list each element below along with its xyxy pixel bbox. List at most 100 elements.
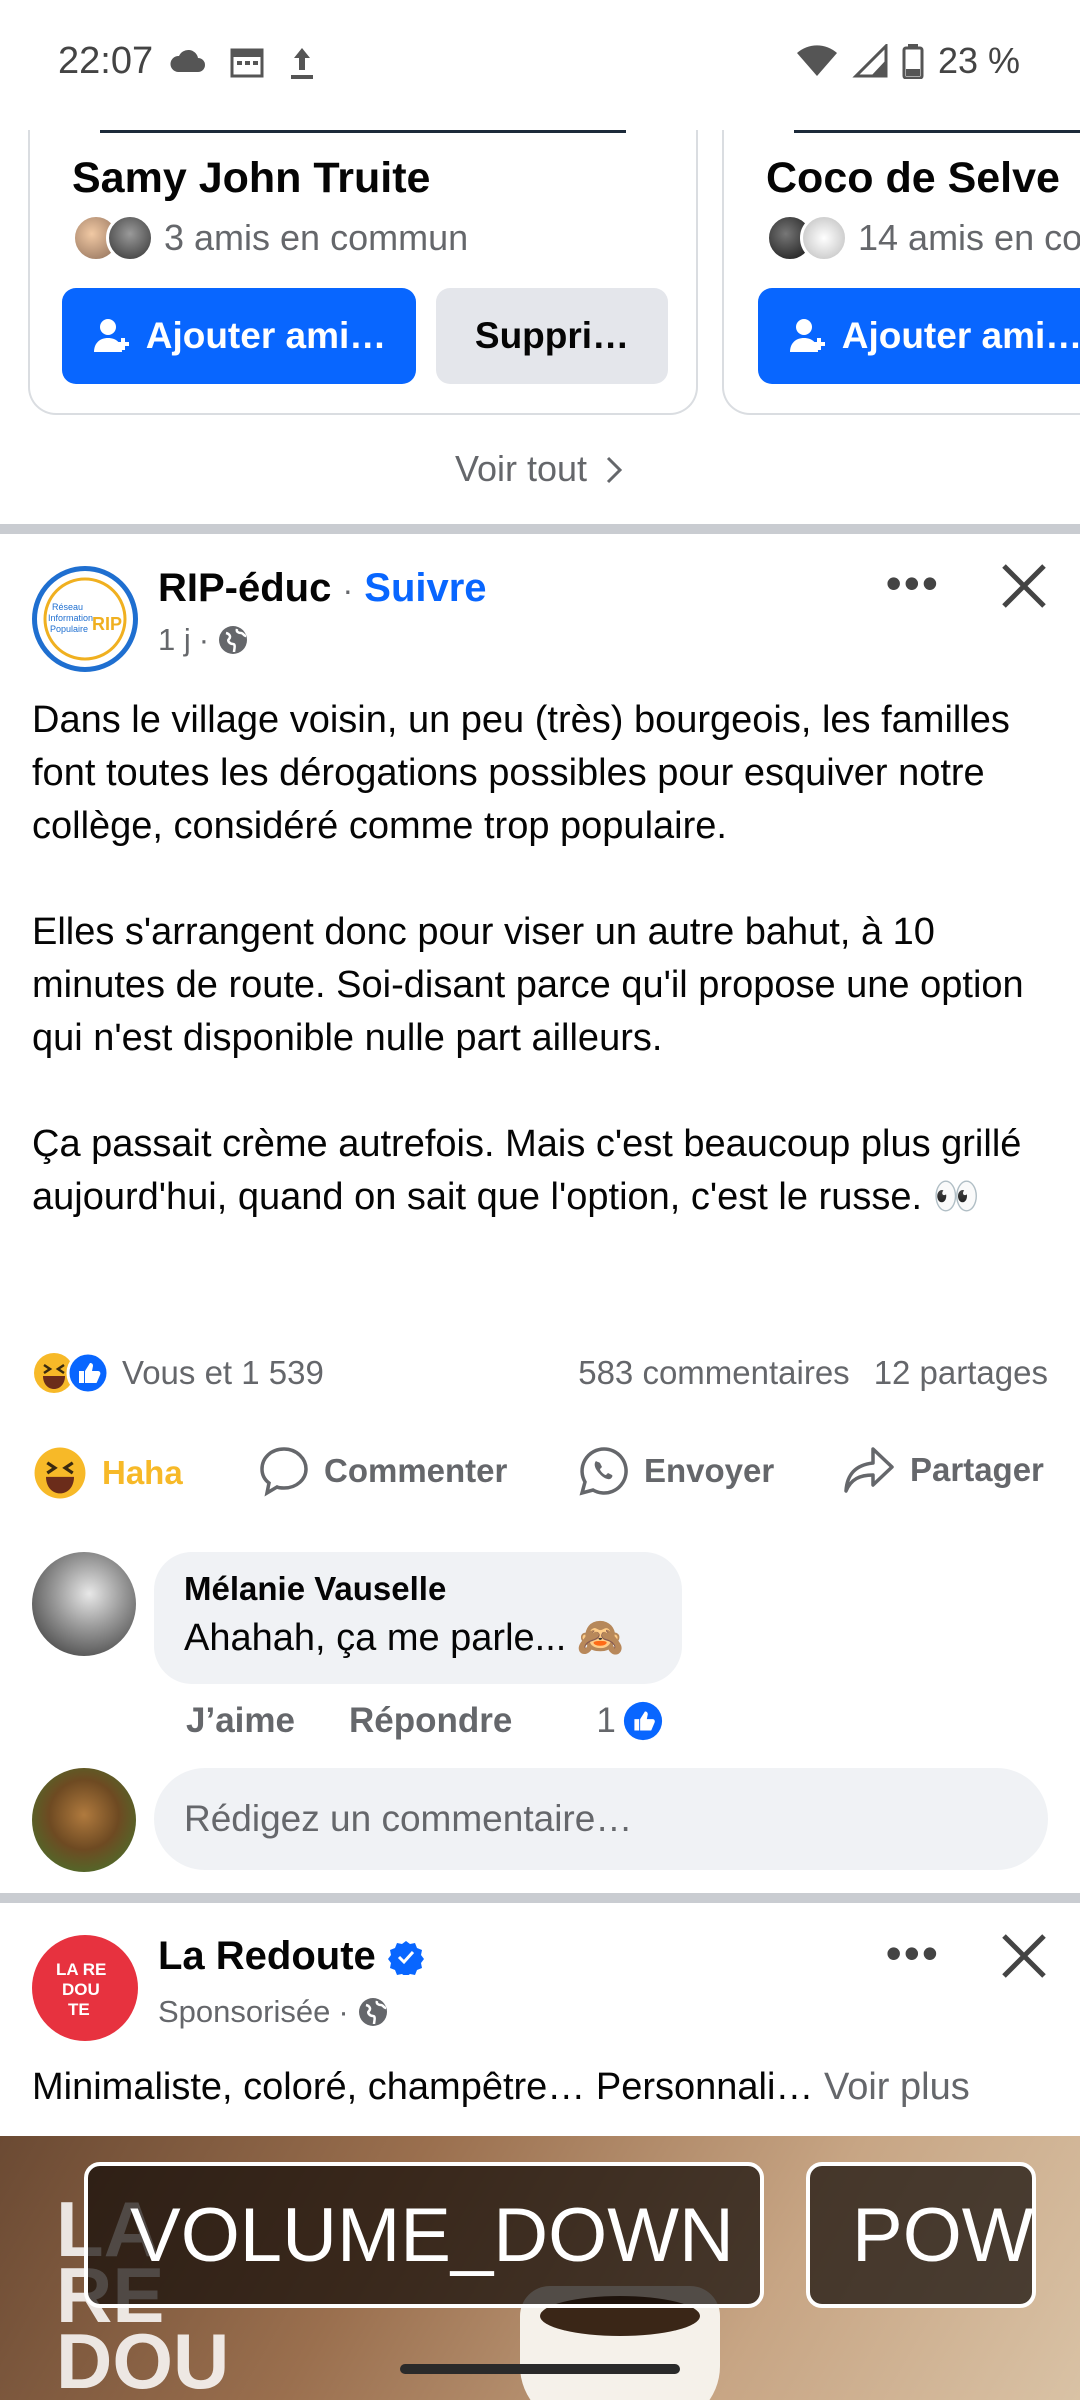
post-paragraph: Ça passait crème autrefois. Mais c'est b…	[32, 1123, 1022, 1218]
haha-icon	[34, 1447, 86, 1499]
comment-like-count[interactable]: 1	[596, 1701, 615, 1741]
send-label: Envoyer	[644, 1452, 775, 1489]
follow-button[interactable]: Suivre	[364, 566, 486, 610]
globe-icon	[219, 626, 248, 654]
sponsored-label[interactable]: Sponsorisée	[158, 1994, 330, 2030]
post-actions: Haha Commenter Envoyer Partager	[0, 1435, 1080, 1515]
post-paragraph: Elles s'arrangent donc pour viser un aut…	[32, 911, 1024, 1059]
friend-suggestions: Samy John Truite 3 amis en commun Ajoute…	[0, 130, 1080, 525]
post-paragraph: Dans le village voisin, un peu (très) bo…	[32, 699, 1010, 847]
home-indicator[interactable]	[400, 2364, 680, 2374]
separator: ·	[342, 572, 354, 608]
cloud-icon	[170, 49, 205, 72]
avatar[interactable]	[32, 1552, 136, 1656]
page-avatar[interactable]: Réseau Information Populaire RIP	[32, 566, 138, 672]
see-more-link[interactable]: Voir plus	[824, 2066, 970, 2108]
svg-text:Information: Information	[48, 613, 93, 623]
mutual-friends-text: 3 amis en commun	[164, 217, 469, 258]
ad-text: Minimaliste, coloré, champêtre… Personna…	[32, 2066, 970, 2109]
reactions-text[interactable]: Vous et 1 539	[122, 1354, 324, 1392]
close-icon[interactable]	[998, 560, 1050, 612]
post-time[interactable]: 1 j	[158, 622, 191, 658]
svg-text:Réseau: Réseau	[52, 602, 83, 612]
reaction-summary: Vous et 1 539 583 commentaires 12 partag…	[32, 1345, 1048, 1401]
signal-icon	[852, 44, 888, 78]
whatsapp-icon	[579, 1447, 628, 1496]
comment-icon	[260, 1447, 308, 1497]
send-button[interactable]: Envoyer	[578, 1445, 774, 1497]
close-icon[interactable]	[998, 1930, 1050, 1982]
more-options-icon[interactable]: •••	[886, 1926, 940, 1980]
svg-text:Populaire: Populaire	[50, 624, 88, 634]
svg-text:TE: TE	[68, 2000, 90, 2019]
haha-label: Haha	[102, 1454, 183, 1491]
mutual-friends[interactable]: 3 amis en commun	[72, 214, 468, 262]
svg-text:DOU: DOU	[62, 1980, 100, 1999]
verified-badge-icon	[387, 1940, 424, 1975]
comments-count[interactable]: 583 commentaires	[578, 1354, 849, 1392]
separator: ·	[198, 622, 210, 657]
advertiser-name[interactable]: La Redoute	[158, 1934, 376, 1979]
comment-reply-button[interactable]: Répondre	[349, 1701, 512, 1741]
comment-bubble: Mélanie Vauselle Ahahah, ça me parle... …	[154, 1552, 682, 1684]
feed-divider	[0, 1893, 1080, 1903]
reaction-icons[interactable]	[32, 1351, 110, 1395]
comment-button[interactable]: Commenter	[258, 1445, 507, 1497]
mutual-friends[interactable]: 14 amis en commun	[766, 214, 1080, 262]
add-friend-icon	[93, 319, 129, 352]
svg-text:LA RE: LA RE	[56, 1960, 106, 1979]
suggestion-card[interactable]: Coco de Selve 14 amis en commun Ajouter …	[722, 130, 1080, 415]
globe-icon	[358, 1998, 387, 2026]
comment-author[interactable]: Mélanie Vauselle	[184, 1570, 652, 1608]
shares-count[interactable]: 12 partages	[874, 1354, 1048, 1392]
post-header: La Redoute	[158, 1934, 424, 1979]
status-notification-icons	[168, 46, 316, 80]
battery-percent: 23 %	[937, 40, 1020, 81]
remove-label: Suppri…	[474, 315, 630, 356]
haha-button[interactable]: Haha	[32, 1445, 183, 1501]
share-label: Partager	[910, 1451, 1044, 1488]
comment-text: Ahahah, ça me parle... 🙈	[184, 1617, 625, 1659]
comment-like-button[interactable]: J’aime	[186, 1701, 295, 1741]
post-meta: Sponsorisée ·	[158, 1994, 389, 2030]
comment-placeholder: Rédigez un commentaire…	[184, 1798, 633, 1839]
redoute-logo: LA RE DOU TE	[56, 1960, 106, 2019]
see-all-label: Voir tout	[454, 448, 588, 489]
power-key-overlay: POWER	[806, 2162, 1036, 2308]
status-time: 22:07	[58, 40, 154, 82]
post-header: RIP-éduc · Suivre	[158, 566, 487, 611]
more-options-icon[interactable]: •••	[886, 556, 940, 610]
mutual-friends-text: 14 amis en commun	[858, 217, 1080, 258]
comment-input[interactable]: Rédigez un commentaire…	[154, 1768, 1048, 1870]
share-button[interactable]: Partager	[842, 1445, 1044, 1495]
add-friend-button[interactable]: Ajouter ami…	[62, 288, 416, 384]
avatar	[800, 214, 848, 262]
avatar[interactable]	[32, 1768, 136, 1872]
page-name[interactable]: RIP-éduc	[158, 566, 331, 610]
calendar-icon	[230, 48, 264, 78]
suggestion-name[interactable]: Samy John Truite	[72, 154, 430, 203]
ad-text-content: Minimaliste, coloré, champêtre… Personna…	[32, 2066, 814, 2108]
status-system-icons: 23 %	[796, 40, 1020, 82]
feed-divider	[0, 524, 1080, 534]
upload-icon	[291, 48, 313, 79]
add-friend-label: Ajouter ami…	[841, 315, 1080, 356]
svg-text:RIP: RIP	[92, 614, 122, 634]
share-icon	[844, 1447, 894, 1493]
separator: ·	[338, 1994, 349, 2029]
volume-down-key-overlay: VOLUME_DOWN	[84, 2162, 764, 2308]
suggestion-card[interactable]: Samy John Truite 3 amis en commun Ajoute…	[28, 130, 698, 415]
remove-suggestion-button[interactable]: Suppri…	[436, 288, 668, 384]
advertiser-avatar[interactable]: LA RE DOU TE	[32, 1935, 138, 2041]
status-bar: 22:07 23 %	[0, 0, 1080, 130]
add-friend-button[interactable]: Ajouter ami…	[758, 288, 1080, 384]
see-all-link[interactable]: Voir tout	[0, 448, 1080, 490]
chevron-right-icon	[606, 456, 623, 484]
wifi-icon	[796, 45, 837, 76]
avatar	[106, 214, 154, 262]
suggestion-name[interactable]: Coco de Selve	[766, 154, 1060, 203]
battery-icon	[902, 44, 924, 79]
like-reaction-icon	[623, 1701, 662, 1741]
post-text: Dans le village voisin, un peu (très) bo…	[32, 694, 1052, 1224]
comment-actions: J’aime Répondre 1	[186, 1700, 664, 1742]
